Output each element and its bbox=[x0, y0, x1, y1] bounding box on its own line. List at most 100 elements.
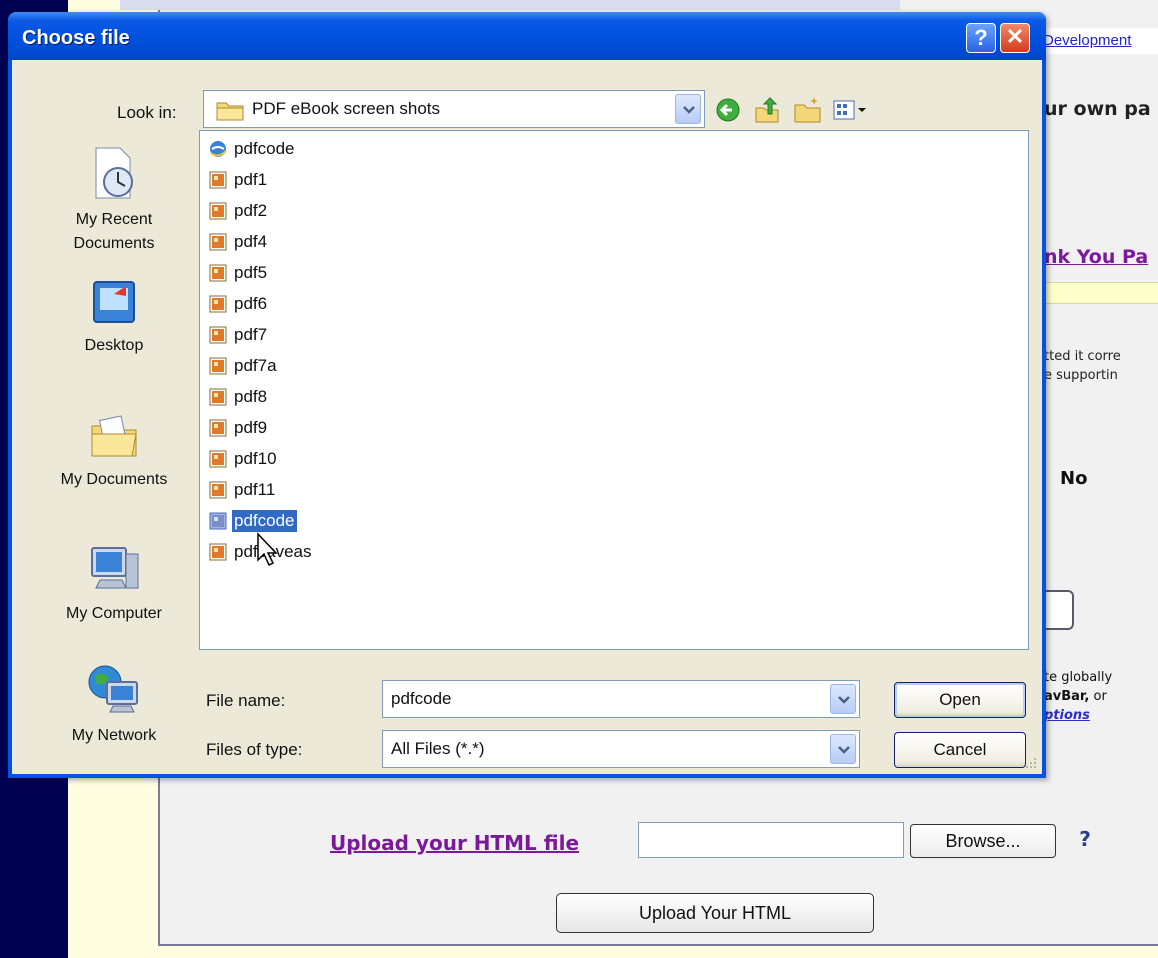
file-item[interactable]: pdf10 bbox=[208, 445, 279, 473]
desktop-icon bbox=[93, 281, 135, 323]
look-in-dropdown-arrow[interactable] bbox=[675, 94, 701, 124]
help-icon[interactable]: ? bbox=[1072, 826, 1098, 852]
chevron-down-icon bbox=[683, 106, 695, 114]
file-item[interactable]: pdf1 bbox=[208, 166, 269, 194]
places-bar: My Recent Documents Desktop My Documents bbox=[36, 130, 192, 773]
choose-file-dialog: Choose file ? ✕ Look in: PDF eBook scree… bbox=[8, 12, 1046, 778]
chevron-down-icon bbox=[838, 746, 850, 754]
place-my-network[interactable]: My Network bbox=[36, 660, 192, 748]
new-folder-button[interactable] bbox=[792, 94, 824, 126]
info-text-line: tted it corre bbox=[1044, 349, 1121, 364]
place-my-recent-documents[interactable]: My Recent Documents bbox=[36, 144, 192, 256]
dialog-title-bar[interactable]: Choose file ? ✕ bbox=[8, 12, 1046, 60]
up-folder-icon bbox=[755, 97, 779, 123]
image-file-icon bbox=[209, 202, 227, 220]
place-label: My Recent bbox=[75, 211, 153, 228]
navbar-text-line: avBar, or bbox=[1044, 687, 1158, 706]
browse-button[interactable]: Browse... bbox=[910, 824, 1056, 858]
image-file-icon bbox=[209, 543, 227, 561]
chevron-down-icon bbox=[838, 696, 850, 704]
open-button[interactable]: Open bbox=[894, 682, 1026, 718]
file-item[interactable]: pdf7a bbox=[208, 352, 279, 380]
title-close-button[interactable]: ✕ bbox=[1000, 23, 1030, 53]
file-type-dropdown-arrow[interactable] bbox=[830, 734, 856, 764]
html-file-icon bbox=[210, 141, 227, 157]
file-name: pdf9 bbox=[234, 418, 268, 437]
file-name: pdf1 bbox=[234, 170, 268, 189]
mouse-cursor-icon bbox=[257, 532, 278, 567]
development-link[interactable]: Development bbox=[1043, 28, 1158, 54]
image-file-icon bbox=[209, 171, 227, 189]
new-folder-icon bbox=[794, 97, 821, 123]
file-item[interactable]: pdf8 bbox=[208, 383, 269, 411]
file-name-label: File name: bbox=[206, 691, 286, 710]
place-my-computer[interactable]: My Computer bbox=[36, 540, 192, 626]
my-computer-icon bbox=[91, 547, 139, 589]
dialog-title: Choose file bbox=[22, 27, 130, 49]
place-label: My Computer bbox=[65, 605, 163, 622]
file-name: pdf8 bbox=[234, 387, 268, 406]
file-item-selected[interactable]: pdfcode bbox=[208, 507, 298, 535]
my-documents-icon bbox=[91, 415, 137, 457]
up-one-level-button[interactable] bbox=[752, 94, 784, 126]
partial-input-field[interactable] bbox=[1044, 590, 1074, 630]
file-item[interactable]: pdf6 bbox=[208, 290, 269, 318]
look-in-value: PDF eBook screen shots bbox=[252, 99, 441, 118]
navbar-text-line: te globally bbox=[1044, 670, 1113, 685]
upload-html-file-link[interactable]: Upload your HTML file bbox=[330, 831, 579, 855]
place-label: My Network bbox=[71, 727, 157, 744]
image-file-icon bbox=[209, 357, 227, 375]
upload-your-html-button[interactable]: Upload Your HTML bbox=[556, 893, 874, 933]
image-file-icon bbox=[209, 481, 227, 499]
page-top-strip bbox=[120, 0, 900, 10]
file-name: pdf10 bbox=[234, 449, 277, 468]
place-desktop[interactable]: Desktop bbox=[36, 276, 192, 358]
image-file-icon bbox=[209, 419, 227, 437]
back-arrow-icon bbox=[716, 98, 740, 122]
image-file-icon bbox=[209, 233, 227, 251]
file-list-view[interactable]: pdfcode pdf1 pdf2 pdf4 pdf5 pdf6 pdf7 pd… bbox=[199, 130, 1029, 650]
recent-documents-icon bbox=[95, 147, 133, 199]
file-name-dropdown-arrow[interactable] bbox=[830, 684, 856, 714]
options-link[interactable]: ptions bbox=[1044, 706, 1158, 725]
file-name: pdf11 bbox=[234, 480, 276, 499]
back-button[interactable] bbox=[712, 94, 744, 126]
file-item[interactable]: pdf4 bbox=[208, 228, 269, 256]
file-item[interactable]: pdf5 bbox=[208, 259, 269, 287]
image-file-icon bbox=[209, 512, 227, 530]
look-in-label: Look in: bbox=[117, 103, 177, 122]
thank-you-page-link-fragment[interactable]: nk You Pa bbox=[1044, 246, 1158, 274]
title-help-button[interactable]: ? bbox=[966, 23, 996, 53]
file-name: pdf4 bbox=[234, 232, 268, 251]
view-menu-button[interactable] bbox=[830, 94, 874, 126]
file-name: pdfcode bbox=[231, 509, 298, 533]
file-item[interactable]: pdf11 bbox=[208, 476, 277, 504]
place-my-documents[interactable]: My Documents bbox=[36, 410, 192, 492]
file-name: pdf7 bbox=[234, 325, 268, 344]
look-in-dropdown[interactable]: PDF eBook screen shots bbox=[203, 90, 705, 128]
upload-file-path-input[interactable] bbox=[638, 822, 904, 858]
file-name-value: pdfcode bbox=[391, 689, 452, 708]
cancel-button[interactable]: Cancel bbox=[894, 732, 1026, 768]
file-type-value: All Files (*.*) bbox=[391, 739, 485, 758]
file-item[interactable]: pdf9 bbox=[208, 414, 269, 442]
folder-icon bbox=[216, 102, 244, 121]
file-item[interactable]: pdfcode bbox=[208, 135, 297, 163]
no-option-label[interactable]: No bbox=[1060, 468, 1087, 489]
file-type-dropdown[interactable]: All Files (*.*) bbox=[382, 730, 860, 768]
file-name-input[interactable]: pdfcode bbox=[382, 680, 860, 718]
info-text-fragment: tted it corre e supportin bbox=[1044, 347, 1158, 385]
image-file-icon bbox=[209, 295, 227, 313]
file-item[interactable]: pdf7 bbox=[208, 321, 269, 349]
file-item[interactable]: pdf2 bbox=[208, 197, 269, 225]
yellow-bar-fragment bbox=[1044, 282, 1158, 304]
navbar-bold-text: avBar, bbox=[1044, 689, 1090, 704]
navbar-text-fragment: te globally avBar, or ptions bbox=[1044, 668, 1158, 725]
file-name: pdfcode bbox=[234, 139, 295, 158]
view-menu-icon bbox=[833, 100, 866, 120]
image-file-icon bbox=[209, 264, 227, 282]
resize-grip-icon[interactable] bbox=[1024, 756, 1038, 770]
file-name: pdf6 bbox=[234, 294, 268, 313]
place-label: My Documents bbox=[60, 471, 168, 488]
own-page-heading-fragment: ur own pa bbox=[1044, 98, 1151, 120]
